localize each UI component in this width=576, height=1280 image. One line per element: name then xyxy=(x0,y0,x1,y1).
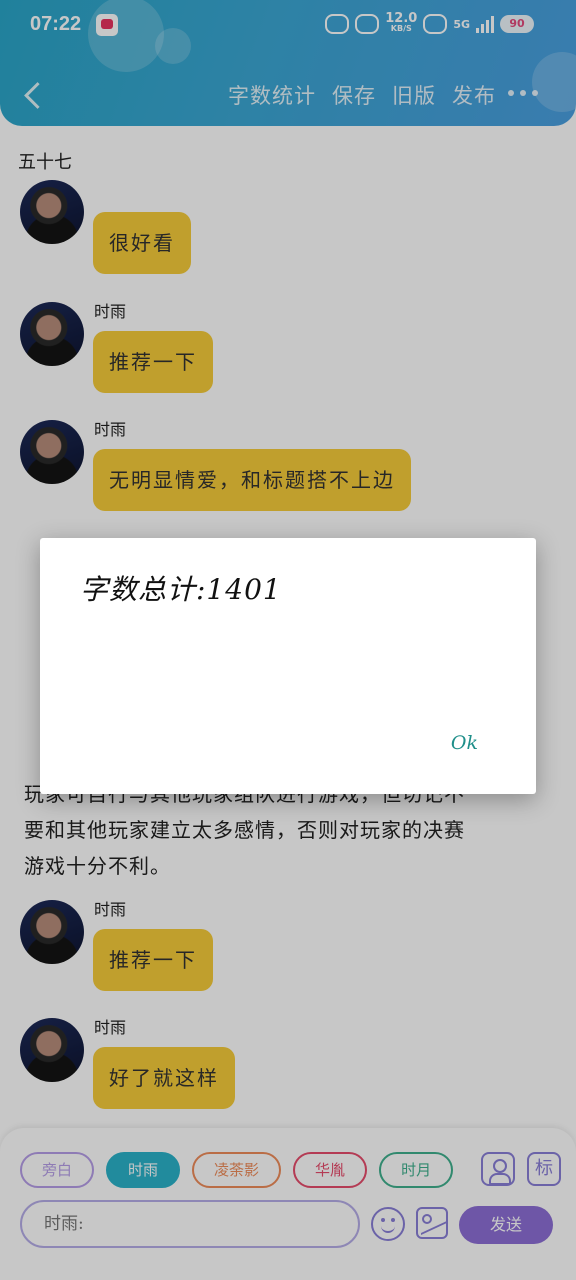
word-count-dialog: 字数总计:1401 Ok xyxy=(40,538,536,794)
ok-button[interactable]: Ok xyxy=(451,732,478,754)
dialog-message: 字数总计:1401 xyxy=(80,573,282,606)
